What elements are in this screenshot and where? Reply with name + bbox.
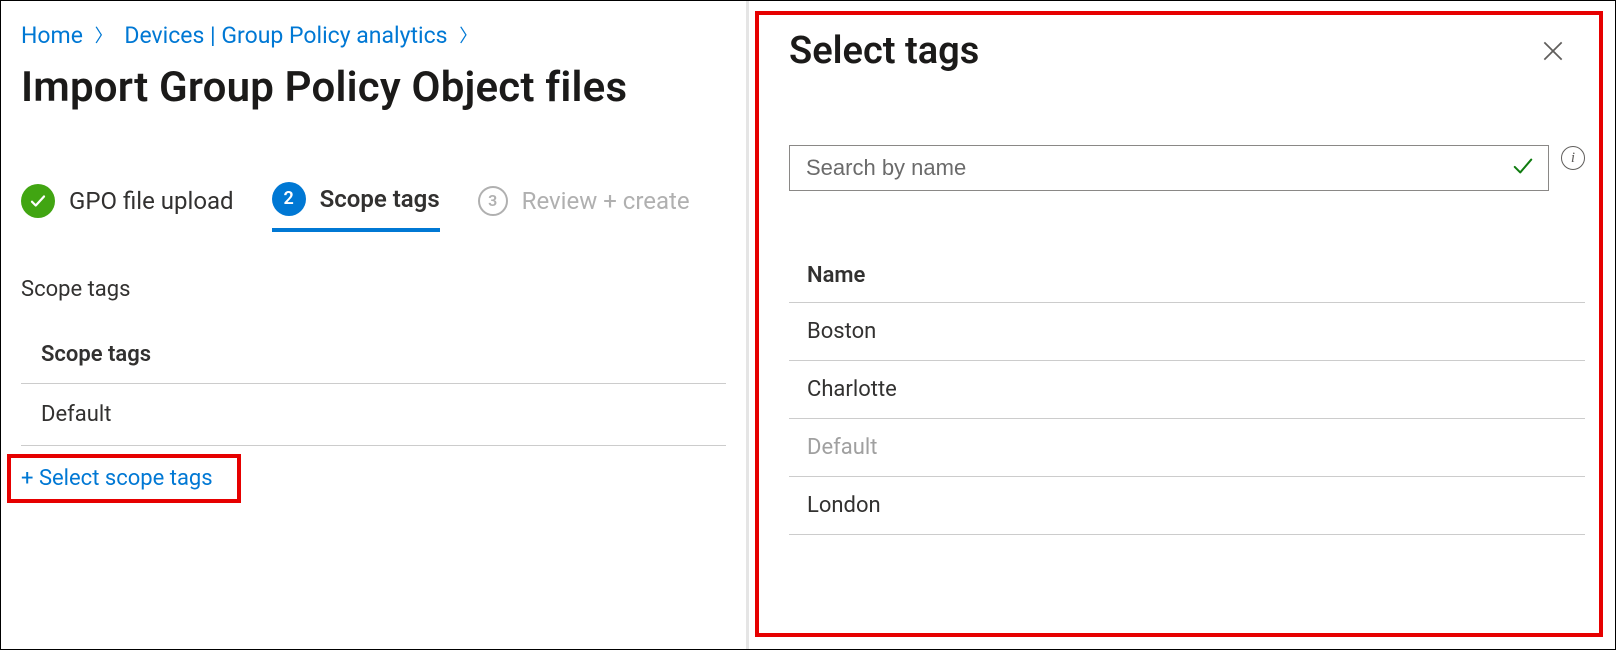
close-icon (1540, 38, 1566, 64)
checkmark-icon (21, 184, 55, 218)
search-input[interactable] (790, 146, 1548, 190)
breadcrumb-home[interactable]: Home (21, 22, 83, 49)
step-label: Scope tags (320, 185, 440, 213)
step-gpo-upload[interactable]: GPO file upload (21, 184, 234, 230)
step-review-create[interactable]: 3 Review + create (478, 186, 690, 228)
step-scope-tags[interactable]: 2 Scope tags (272, 182, 440, 232)
search-box[interactable] (789, 145, 1549, 191)
tag-row-london[interactable]: London (789, 477, 1585, 535)
panel-title: Select tags (789, 29, 1585, 73)
chevron-right-icon: 〉 (95, 26, 113, 47)
scope-tag-row: Default (21, 384, 726, 446)
breadcrumb: Home 〉 Devices | Group Policy analytics … (21, 21, 726, 51)
chevron-right-icon: 〉 (459, 26, 477, 47)
tag-list-header: Name (789, 263, 1585, 303)
breadcrumb-devices[interactable]: Devices | Group Policy analytics (124, 22, 447, 49)
step-label: GPO file upload (69, 187, 234, 215)
page-title: Import Group Policy Object files (21, 63, 726, 112)
tag-row-boston[interactable]: Boston (789, 303, 1585, 361)
scope-tags-column-header: Scope tags (21, 342, 726, 384)
section-label-scope-tags: Scope tags (21, 277, 726, 302)
select-scope-tags-link[interactable]: + Select scope tags (21, 466, 213, 491)
tag-row-charlotte[interactable]: Charlotte (789, 361, 1585, 419)
info-icon[interactable]: i (1561, 146, 1585, 170)
step-number-icon: 2 (272, 182, 306, 216)
checkmark-icon (1510, 155, 1536, 181)
tag-row-default: Default (789, 419, 1585, 477)
close-button[interactable] (1537, 35, 1569, 67)
step-number-icon: 3 (478, 186, 508, 216)
step-label: Review + create (522, 187, 690, 215)
wizard-steps: GPO file upload 2 Scope tags 3 Review + … (21, 182, 726, 232)
